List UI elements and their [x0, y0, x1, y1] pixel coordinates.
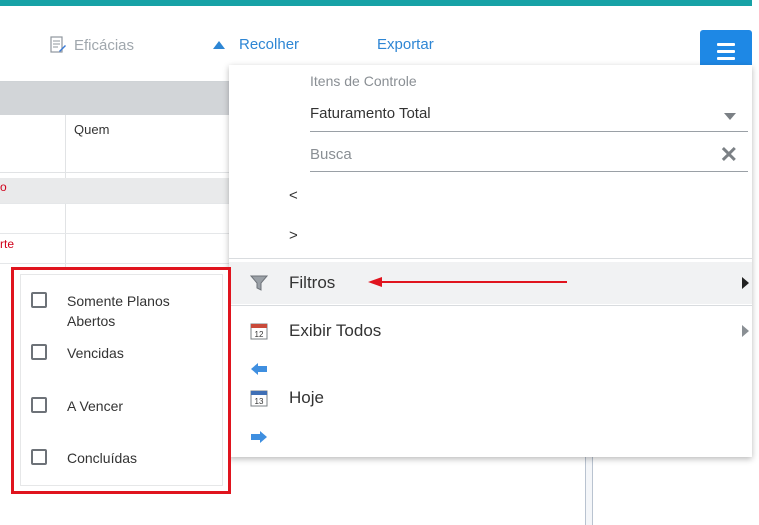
checkbox[interactable]	[31, 397, 47, 413]
itens-controle-select[interactable]: Faturamento Total	[310, 99, 748, 132]
filter-option-label: Vencidas	[67, 345, 124, 361]
svg-text:12: 12	[255, 330, 264, 339]
table-row[interactable]: o	[0, 178, 230, 204]
filter-option-label: A Vencer	[67, 398, 124, 414]
filter-option-vencidas[interactable]: Vencidas	[31, 343, 207, 363]
funnel-icon	[249, 273, 269, 293]
clear-icon[interactable]: ✕	[720, 142, 738, 168]
filter-popup: Somente Planos Abertos Vencidas A Vencer…	[20, 274, 223, 486]
menu-divider	[229, 258, 752, 259]
column-header-quem[interactable]: Quem	[74, 122, 109, 137]
dropdown-menu-panel: Itens de Controle Faturamento Total Busc…	[229, 65, 752, 457]
calendar-today-icon: 13	[249, 388, 269, 408]
exportar-button[interactable]: Exportar	[377, 36, 434, 53]
itens-controle-label: Itens de Controle	[310, 73, 417, 89]
dropdown-caret-icon[interactable]	[724, 113, 736, 120]
row-status-text: rte	[0, 237, 15, 251]
recolher-label: Recolher	[239, 36, 300, 53]
submenu-arrow-icon	[742, 325, 749, 337]
checkbox[interactable]	[31, 449, 47, 465]
table-row[interactable]: rte	[0, 234, 230, 264]
search-input[interactable]: Busca ✕	[310, 139, 748, 172]
filter-option-somente-planos-abertos[interactable]: Somente Planos Abertos	[31, 291, 207, 331]
menu-item-hoje[interactable]: 13 Hoje	[229, 377, 752, 419]
selected-item-value: Faturamento Total	[310, 105, 431, 122]
row-status-text: o	[0, 180, 7, 194]
previous-button[interactable]: <	[289, 187, 298, 204]
menu-divider	[229, 305, 752, 306]
annotation-arrow-icon	[368, 277, 567, 287]
menu-item-exibir-todos[interactable]: 12 Exibir Todos	[229, 310, 752, 352]
exportar-label: Exportar	[377, 36, 434, 53]
checkbox[interactable]	[31, 292, 47, 308]
table-header-row: Quem	[0, 115, 230, 173]
filter-option-a-vencer[interactable]: A Vencer	[31, 396, 207, 416]
collapse-up-icon	[213, 40, 225, 49]
filter-popup-highlight: Somente Planos Abertos Vencidas A Vencer…	[11, 267, 231, 494]
checkbox[interactable]	[31, 344, 47, 360]
next-button[interactable]: >	[289, 227, 298, 244]
exibir-todos-label: Exibir Todos	[289, 321, 382, 340]
filter-option-concluidas[interactable]: Concluídas	[31, 448, 207, 468]
hoje-label: Hoje	[289, 388, 324, 407]
hamburger-icon	[717, 42, 735, 46]
submenu-arrow-icon	[742, 277, 749, 289]
timeline-marker	[585, 457, 593, 525]
filter-option-label: Concluídas	[67, 450, 138, 466]
filter-option-label: Somente Planos Abertos	[67, 293, 170, 329]
svg-text:13: 13	[255, 397, 264, 406]
recolher-button[interactable]: Recolher	[213, 36, 299, 53]
table-row[interactable]	[0, 204, 230, 234]
eficacias-label: Eficácias	[74, 36, 135, 54]
calendar-icon: 12	[249, 321, 269, 341]
arrow-right-icon[interactable]	[249, 429, 269, 449]
document-edit-icon	[50, 36, 66, 54]
filtros-label: Filtros	[289, 273, 336, 292]
eficacias-button[interactable]: Eficácias	[50, 36, 134, 54]
search-placeholder: Busca	[310, 146, 352, 163]
